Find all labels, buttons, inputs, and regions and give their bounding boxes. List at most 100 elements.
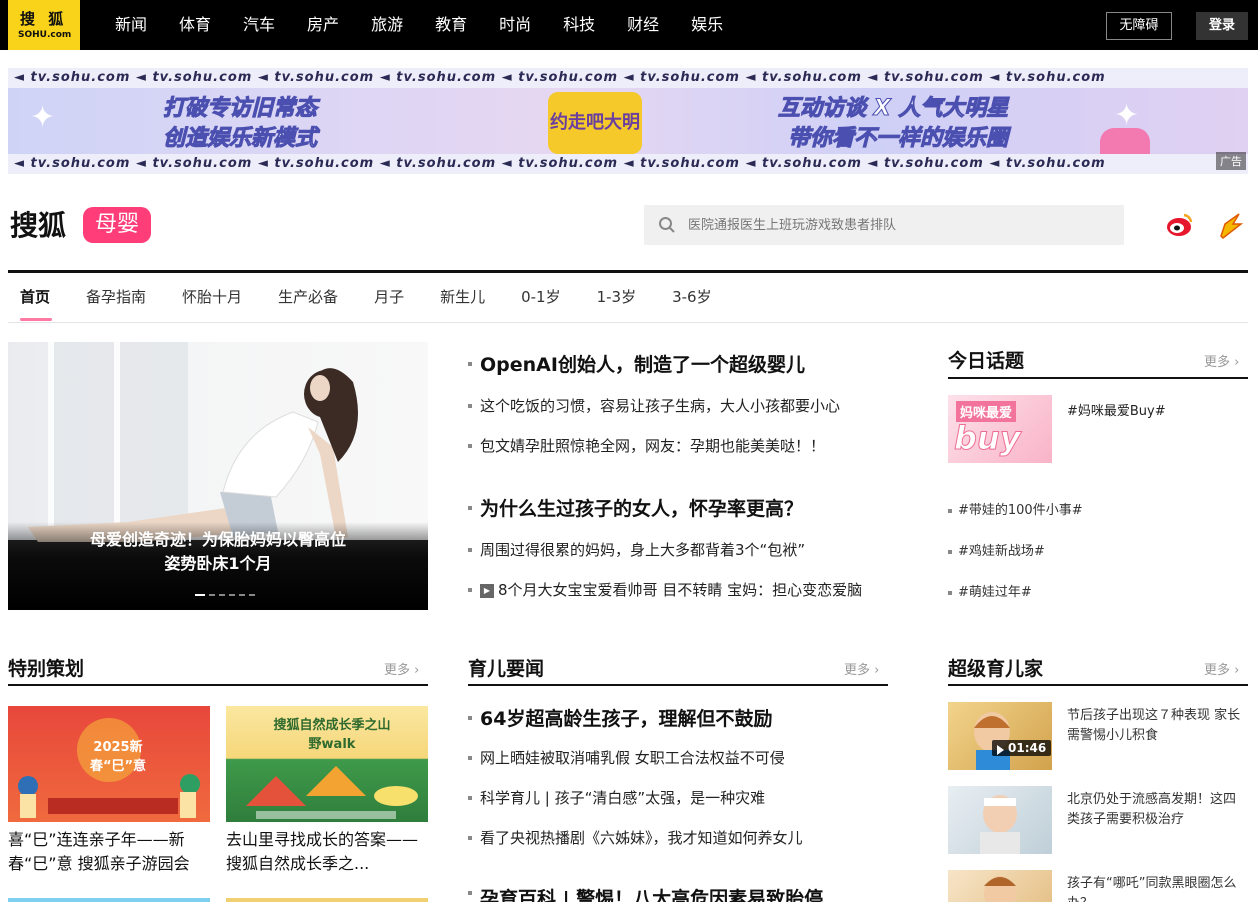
- news-item[interactable]: 64岁超高龄生孩子，理解但不鼓励: [468, 704, 888, 731]
- headline-item[interactable]: 为什么生过孩子的女人，怀孕率更高？: [468, 494, 908, 521]
- tab-pregnancy[interactable]: 怀胎十月: [182, 286, 242, 307]
- kid-article-thumbnail[interactable]: [948, 786, 1052, 854]
- chevron-right-icon: ›: [1234, 663, 1240, 678]
- news-item[interactable]: 网上晒娃被取消哺乳假 女职工合法权益不可侵: [468, 747, 888, 768]
- logo-cn: 搜 狐: [20, 10, 68, 28]
- hero-carousel[interactable]: 母爱创造奇迹！为保胎妈妈以臀高位 姿势卧床1个月: [8, 342, 428, 610]
- nav-item-fashion[interactable]: 时尚: [499, 0, 531, 50]
- nav-item-house[interactable]: 房产: [307, 0, 339, 50]
- news-item[interactable]: 看了央视热播剧《六姊妹》，我才知道如何养女儿: [468, 827, 888, 848]
- logo-en: SOHU.com: [18, 30, 72, 40]
- video-play-icon: ▶: [480, 583, 494, 598]
- nav-item-education[interactable]: 教育: [435, 0, 467, 50]
- sohu-logo[interactable]: 搜 狐 SOHU.com: [8, 0, 80, 50]
- tab-0-1[interactable]: 0-1岁: [521, 286, 561, 307]
- hero-caption-line-2: 姿势卧床1个月: [164, 554, 272, 573]
- channel-site-name[interactable]: 搜狐: [10, 204, 66, 244]
- topic-feature-image[interactable]: 妈咪最爱 buy: [948, 395, 1052, 463]
- nav-item-auto[interactable]: 汽车: [243, 0, 275, 50]
- banner-line-2: 创造娱乐新模式: [162, 126, 318, 152]
- section-rule: [948, 377, 1248, 379]
- tab-3-6[interactable]: 3-6岁: [672, 286, 712, 307]
- sick-child-photo: [980, 795, 1020, 854]
- carousel-dot[interactable]: [239, 594, 245, 596]
- chevron-right-icon: ›: [414, 663, 420, 678]
- tab-home[interactable]: 首页: [20, 286, 50, 307]
- kids-more-link[interactable]: 更多 ›: [1204, 659, 1239, 678]
- carousel-dot[interactable]: [229, 594, 235, 596]
- tab-newborn[interactable]: 新生儿: [440, 286, 485, 307]
- headline-item[interactable]: 这个吃饭的习惯，容易让孩子生病，大人小孩都要小心: [468, 395, 908, 416]
- hero-caption-line-1: 母爱创造奇迹！为保胎妈妈以臀高位: [89, 530, 346, 549]
- carousel-dot[interactable]: [195, 594, 205, 596]
- headline-item[interactable]: ▶ 8个月大女宝宝爱看帅哥 目不转睛 宝妈：担心变恋爱脑: [468, 579, 908, 600]
- tab-divider: [8, 322, 1248, 323]
- ad-banner[interactable]: ◄ tv.sohu.com ◄ tv.sohu.com ◄ tv.sohu.co…: [8, 68, 1248, 174]
- event-poster-text: 2025新春“巳”意: [89, 740, 147, 774]
- news-item[interactable]: 孕育百科 | 警惕！八大高危因素易致胎停: [468, 884, 888, 902]
- channel-tabs: 首页 备孕指南 怀胎十月 生产必备 月子 新生儿 0-1岁 1-3岁 3-6岁: [20, 286, 748, 307]
- topic-link[interactable]: #萌娃过年#: [948, 581, 1032, 600]
- top-bar: 搜 狐 SOHU.com 新闻 体育 汽车 房产 旅游 教育 时尚 科技 财经 …: [0, 0, 1258, 50]
- news-more-link[interactable]: 更多 ›: [844, 659, 879, 678]
- search-icon[interactable]: [658, 216, 676, 234]
- section-rule: [948, 684, 1248, 686]
- login-button[interactable]: 登录: [1196, 12, 1248, 40]
- sparkle-icon: ✦: [30, 100, 56, 135]
- headline-item[interactable]: OpenAI创始人，制造了一个超级婴儿: [468, 350, 908, 377]
- carousel-dot[interactable]: [249, 594, 255, 596]
- kid-article-thumbnail[interactable]: [948, 870, 1052, 902]
- nav-item-travel[interactable]: 旅游: [371, 0, 403, 50]
- banner-strip-top: ◄ tv.sohu.com ◄ tv.sohu.com ◄ tv.sohu.co…: [8, 68, 1248, 88]
- special-card-title[interactable]: 喜“巳”连连亲子年——新春“巳”意 搜狐亲子游园会: [8, 828, 210, 876]
- child-photo: [984, 876, 1016, 902]
- nav-item-finance[interactable]: 财经: [627, 0, 659, 50]
- topic-feature-link[interactable]: #妈咪最爱Buy#: [1067, 400, 1166, 419]
- tab-pre-pregnancy[interactable]: 备孕指南: [86, 286, 146, 307]
- tab-1-3[interactable]: 1-3岁: [597, 286, 637, 307]
- today-more-link[interactable]: 更多 ›: [1204, 351, 1239, 370]
- topic-link[interactable]: #鸡娃新战场#: [948, 540, 1045, 559]
- banner-body: ✦ ✦ 打破专访旧常态 创造娱乐新模式 约走吧大明星 互动访谈 X 人气大明星 …: [8, 88, 1248, 168]
- nav-item-entertainment[interactable]: 娱乐: [691, 0, 723, 50]
- special-title: 特别策划: [8, 658, 85, 680]
- headline-item[interactable]: 包文婧孕肚照惊艳全网，网友：孕期也能美美哒！！: [468, 435, 908, 456]
- kid-article-title[interactable]: 节后孩子出现这７种表现 家长需警惕小儿积食: [1067, 706, 1247, 746]
- tab-top-rule: [8, 270, 1248, 273]
- ad-label: 广告: [1216, 152, 1246, 170]
- nav-item-tech[interactable]: 科技: [563, 0, 595, 50]
- main-nav: 新闻 体育 汽车 房产 旅游 教育 时尚 科技 财经 娱乐: [115, 0, 755, 50]
- channel-tag[interactable]: 母婴: [83, 207, 151, 243]
- nature-poster-text: 搜狐自然成长季之山野walk: [273, 718, 391, 752]
- nav-item-news[interactable]: 新闻: [115, 0, 147, 50]
- headline-item[interactable]: 周围过得很累的妈妈，身上大多都背着3个“包袱”: [468, 539, 908, 560]
- special-card-image[interactable]: 搜狐自然成长季之山野walk: [226, 706, 428, 822]
- carousel-dot[interactable]: [219, 594, 225, 596]
- banner-strip-bottom: ◄ tv.sohu.com ◄ tv.sohu.com ◄ tv.sohu.co…: [8, 154, 1248, 174]
- chevron-right-icon: ›: [1234, 355, 1240, 370]
- kid-video-thumbnail[interactable]: 01:46: [948, 702, 1052, 770]
- news-item[interactable]: 科学育儿 | 孩子“清白感”太强，是一种灾难: [468, 787, 888, 808]
- carousel-dot[interactable]: [209, 594, 215, 596]
- kid-article-title[interactable]: 孩子有“哪吒”同款黑眼圈怎么办？: [1067, 874, 1247, 902]
- today-topics-title: 今日话题: [948, 350, 1025, 372]
- section-rule: [8, 684, 428, 686]
- tab-birth-essentials[interactable]: 生产必备: [278, 286, 338, 307]
- section-rule: [468, 684, 888, 686]
- accessibility-button[interactable]: 无障碍: [1106, 12, 1172, 40]
- weibo-icon[interactable]: [1164, 210, 1194, 240]
- special-card-image[interactable]: 2025新春“巳”意: [8, 706, 210, 822]
- special-card-title[interactable]: 去山里寻找成长的答案——搜狐自然成长季之...: [226, 828, 428, 876]
- special-more-link[interactable]: 更多 ›: [384, 659, 419, 678]
- kid-article-title[interactable]: 北京仍处于流感高发期！这四类孩子需要积极治疗: [1067, 790, 1247, 830]
- flash-icon[interactable]: [1215, 210, 1245, 240]
- topic-link[interactable]: #带娃的100件小事#: [948, 499, 1083, 518]
- banner-line-1: 打破专访旧常态: [162, 96, 318, 122]
- headline-text: 8个月大女宝宝爱看帅哥 目不转睛 宝妈：担心变恋爱脑: [498, 581, 863, 599]
- video-duration: 01:46: [992, 740, 1052, 756]
- kids-title: 超级育儿家: [948, 658, 1044, 680]
- tab-postpartum[interactable]: 月子: [374, 286, 404, 307]
- hero-caption[interactable]: 母爱创造奇迹！为保胎妈妈以臀高位 姿势卧床1个月: [8, 528, 428, 576]
- nav-item-sports[interactable]: 体育: [179, 0, 211, 50]
- search-input[interactable]: [688, 205, 1108, 245]
